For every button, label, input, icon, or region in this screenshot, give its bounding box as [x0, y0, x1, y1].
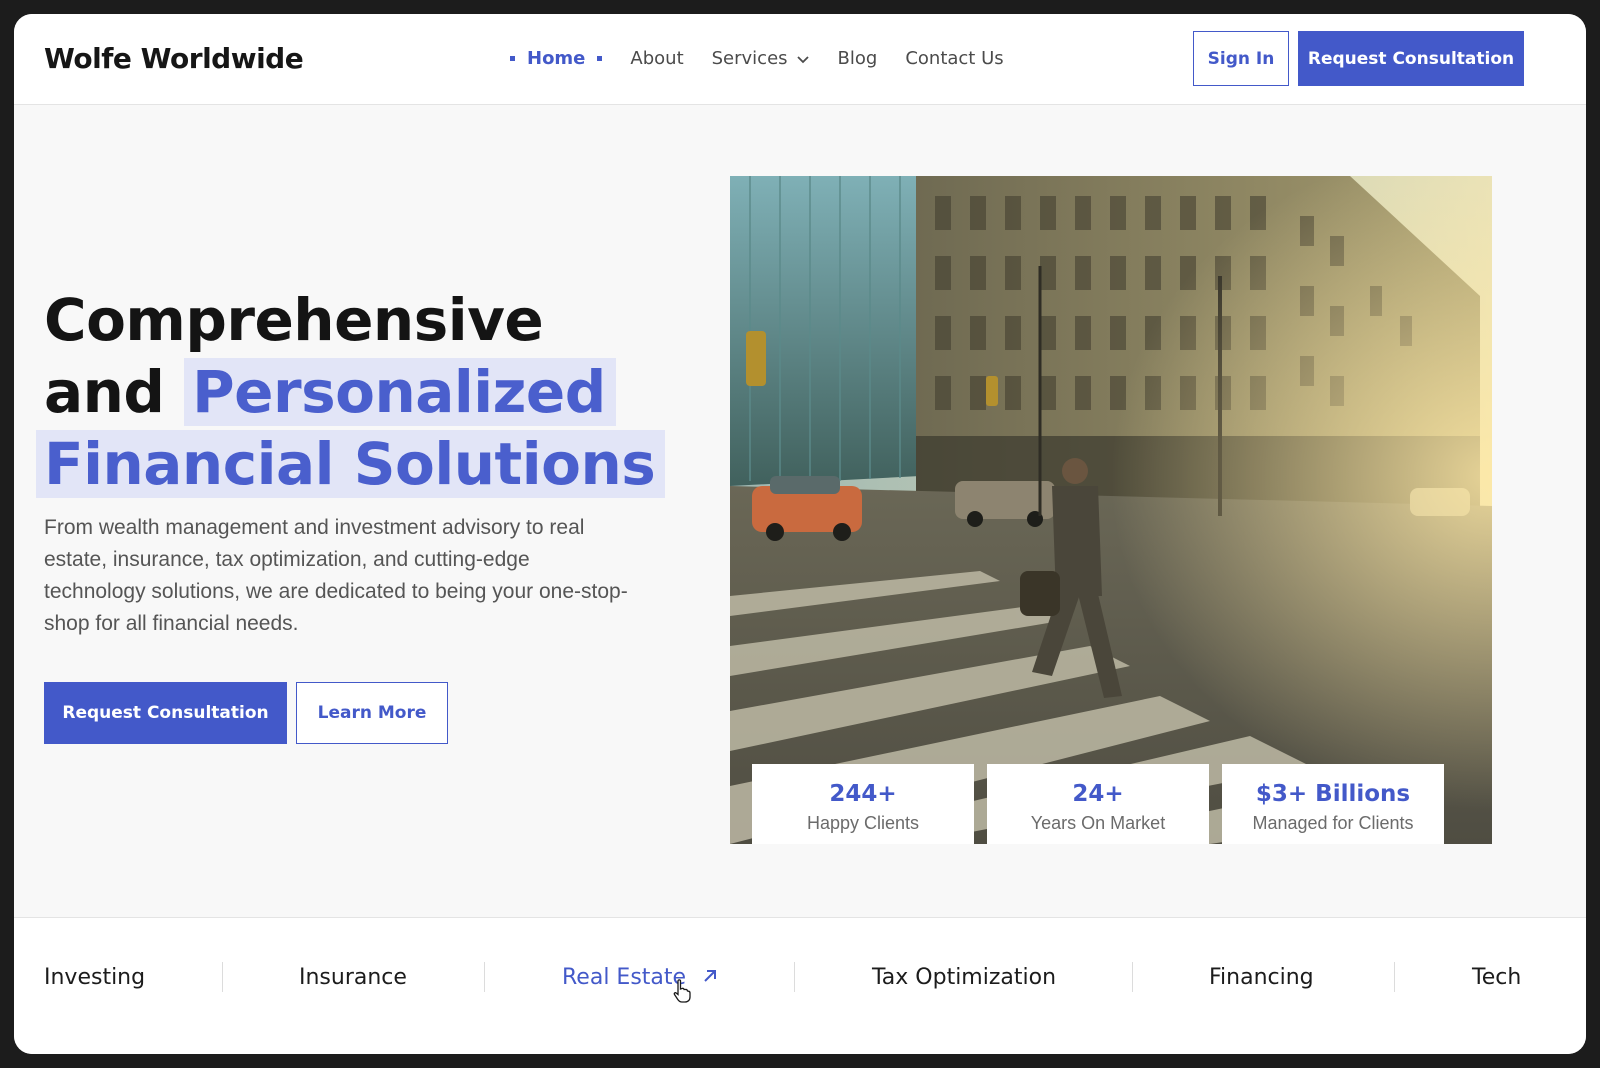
hero-title-line3: Financial Solutions — [36, 428, 684, 500]
hand-pointer-icon — [673, 979, 691, 1003]
category-insurance[interactable]: Insurance — [299, 965, 407, 990]
nav-item-label: Contact Us — [905, 48, 1004, 69]
category-tech[interactable]: Tech — [1472, 965, 1521, 990]
stat-value: 24+ — [1072, 781, 1124, 807]
stat-label: Managed for Clients — [1252, 813, 1414, 833]
sign-in-button[interactable]: Sign In — [1193, 31, 1289, 86]
stat-card: 24+ Years On Market — [987, 764, 1209, 844]
nav-item-blog[interactable]: Blog — [838, 48, 878, 69]
hero-title: Comprehensive and Personalized Financial… — [36, 284, 684, 500]
category-bar: Investing Insurance Real Estate Tax Opti… — [14, 917, 1586, 1054]
active-indicator-icon — [510, 56, 515, 61]
category-tax-optimization[interactable]: Tax Optimization — [872, 965, 1056, 990]
hero-title-highlight2: Financial Solutions — [36, 430, 666, 498]
learn-more-button[interactable]: Learn More — [296, 682, 448, 744]
divider — [222, 962, 223, 992]
divider — [1132, 962, 1133, 992]
category-investing[interactable]: Investing — [44, 965, 145, 990]
site-logo[interactable]: Wolfe Worldwide — [44, 42, 304, 75]
stat-value: 244+ — [829, 781, 897, 807]
nav-item-label: Blog — [837, 48, 878, 69]
divider — [484, 962, 485, 992]
nav-item-label: Home — [527, 48, 586, 69]
stat-card: $3+ Billions Managed for Clients — [1222, 764, 1444, 844]
nav-item-about[interactable]: About — [630, 48, 683, 69]
hero-description: From wealth management and investment ad… — [44, 516, 628, 635]
main-nav: Home About Services Blog Contact Us — [510, 48, 1032, 69]
nav-item-home[interactable]: Home — [510, 48, 603, 69]
hero-title-line2: and Personalized — [44, 356, 684, 428]
arrow-up-right-icon — [704, 970, 717, 982]
browser-window: Wolfe Worldwide Home About Services Blog… — [14, 14, 1586, 1054]
category-real-estate[interactable]: Real Estate — [562, 965, 719, 990]
stat-value: $3+ Billions — [1255, 781, 1411, 807]
nav-item-label: About — [630, 48, 684, 69]
hero-request-consultation-button[interactable]: Request Consultation — [44, 682, 287, 744]
hero-title-highlight1: Personalized — [184, 358, 616, 426]
divider — [794, 962, 795, 992]
hero-title-line1: Comprehensive — [44, 286, 544, 354]
divider — [1394, 962, 1395, 992]
chevron-down-icon — [796, 55, 809, 63]
category-financing[interactable]: Financing — [1209, 965, 1314, 990]
nav-item-label: Services — [711, 48, 788, 69]
site-header: Wolfe Worldwide Home About Services Blog… — [14, 14, 1586, 105]
city-street-illustration — [730, 176, 1492, 844]
hero-title-and: and — [44, 358, 165, 426]
nav-item-services[interactable]: Services — [712, 48, 810, 69]
header-request-consultation-button[interactable]: Request Consultation — [1298, 31, 1524, 86]
active-indicator-icon — [597, 56, 603, 61]
stat-card: 244+ Happy Clients — [752, 764, 974, 844]
stat-label: Years On Market — [1030, 813, 1166, 833]
category-label: Real Estate — [562, 965, 687, 990]
nav-item-contact[interactable]: Contact Us — [905, 48, 1003, 69]
stat-label: Happy Clients — [806, 813, 920, 833]
hero-image — [730, 176, 1492, 844]
